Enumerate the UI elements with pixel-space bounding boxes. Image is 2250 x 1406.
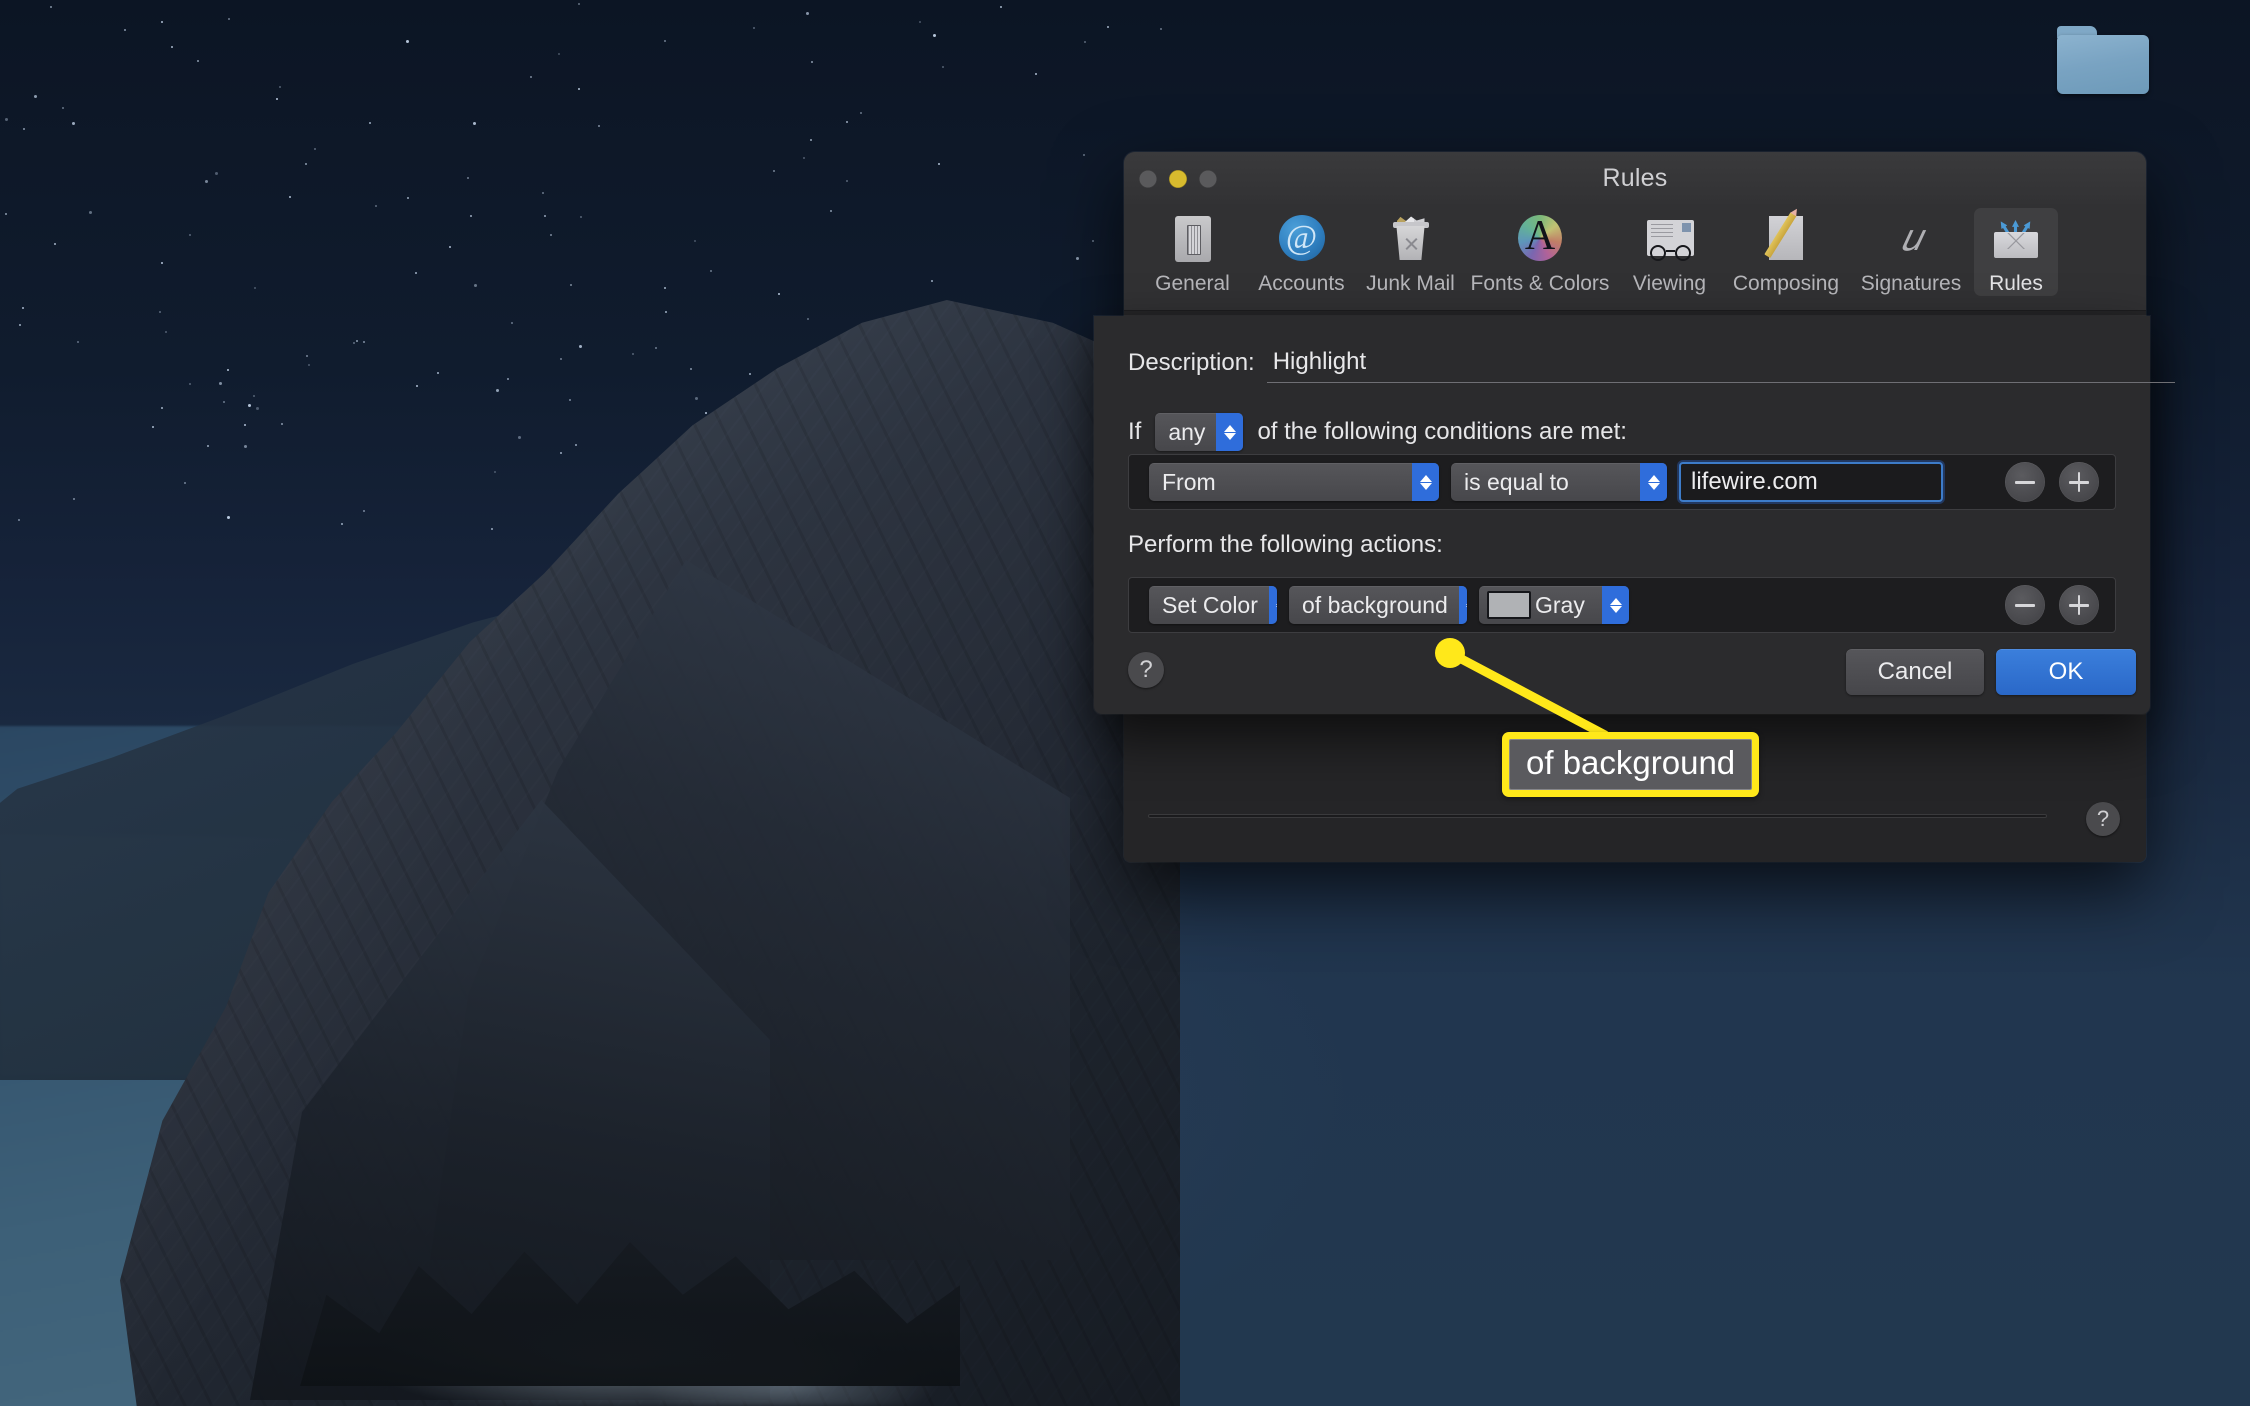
action-color-value: Gray bbox=[1535, 591, 1585, 618]
window-title: Rules bbox=[1602, 164, 1668, 192]
if-clause-row: If any of the following conditions are m… bbox=[1128, 413, 2184, 451]
action-color-dropdown[interactable]: Gray bbox=[1479, 586, 1629, 624]
remove-action-button[interactable] bbox=[2005, 585, 2045, 625]
chevron-updown-icon bbox=[1216, 413, 1244, 451]
color-swatch bbox=[1487, 591, 1531, 619]
tab-general[interactable]: General bbox=[1138, 208, 1247, 296]
tab-viewing-label: Viewing bbox=[1632, 272, 1707, 295]
general-switch-icon bbox=[1165, 212, 1221, 268]
callout-text: of background bbox=[1509, 739, 1753, 790]
tab-composing-label: Composing bbox=[1732, 272, 1840, 295]
cancel-button[interactable]: Cancel bbox=[1846, 649, 1984, 695]
envelope-arrows-icon bbox=[1988, 212, 2044, 268]
description-row: Description: bbox=[1128, 343, 2184, 383]
condition-row-controls bbox=[2005, 462, 2105, 502]
ok-button[interactable]: OK bbox=[1996, 649, 2136, 695]
tab-composing[interactable]: Composing bbox=[1724, 208, 1848, 296]
tab-accounts[interactable]: @ Accounts bbox=[1247, 208, 1356, 296]
condition-operator-dropdown[interactable]: is equal to bbox=[1451, 463, 1667, 501]
chevron-updown-icon bbox=[1458, 586, 1467, 624]
if-suffix-label: of the following conditions are met: bbox=[1257, 418, 1627, 445]
action-target-dropdown[interactable]: of background bbox=[1289, 586, 1467, 624]
pencil-paper-icon bbox=[1758, 211, 1814, 268]
condition-header-dropdown[interactable]: From bbox=[1149, 463, 1439, 501]
folder-icon-body bbox=[2057, 35, 2149, 94]
tab-viewing[interactable]: Viewing bbox=[1615, 208, 1724, 296]
tab-rules[interactable]: Rules bbox=[1974, 208, 2058, 296]
tab-junk-mail[interactable]: Junk Mail bbox=[1356, 208, 1465, 296]
chevron-updown-icon bbox=[1640, 463, 1667, 501]
actions-panel: Set Color of background Gray bbox=[1128, 577, 2116, 633]
condition-operator-value: is equal to bbox=[1464, 468, 1569, 495]
letter-glasses-icon bbox=[1642, 212, 1698, 268]
description-input[interactable] bbox=[1266, 343, 2175, 383]
trash-can-icon bbox=[1383, 212, 1439, 268]
if-prefix-label: If bbox=[1128, 418, 1142, 445]
chevron-updown-icon bbox=[1412, 463, 1439, 501]
at-sign-icon: @ bbox=[1274, 212, 1330, 268]
tab-accounts-label: Accounts bbox=[1258, 272, 1345, 295]
chevron-updown-icon bbox=[1602, 586, 1629, 624]
sheet-footer: ? Cancel OK bbox=[1094, 634, 2150, 714]
actions-label: Perform the following actions: bbox=[1128, 531, 1443, 558]
tab-signatures-label: Signatures bbox=[1860, 272, 1962, 295]
tab-signatures[interactable]: 𝑢​ Signatures bbox=[1848, 208, 1974, 296]
rules-list-box[interactable] bbox=[1148, 814, 2047, 818]
help-icon[interactable]: ? bbox=[1128, 652, 1164, 688]
rule-editor-sheet: Description: If any of the following con… bbox=[1094, 316, 2175, 714]
tab-rules-label: Rules bbox=[1989, 272, 2043, 295]
preferences-toolbar: General @ Accounts Junk Mail A Fonts & C… bbox=[1124, 204, 2146, 311]
conditions-panel: From is equal to bbox=[1128, 454, 2116, 510]
action-target-value: of background bbox=[1302, 591, 1448, 618]
match-type-dropdown[interactable]: any bbox=[1155, 413, 1244, 451]
tab-fonts-colors[interactable]: A Fonts & Colors bbox=[1465, 208, 1615, 296]
condition-header-value: From bbox=[1162, 468, 1216, 495]
window-titlebar: Rules bbox=[1124, 152, 2146, 204]
signature-icon: 𝑢​ bbox=[1900, 217, 1922, 259]
remove-condition-button[interactable] bbox=[2005, 462, 2045, 502]
tab-general-label: General bbox=[1155, 272, 1230, 295]
match-type-value: any bbox=[1168, 418, 1206, 445]
callout-badge: of background bbox=[1502, 732, 1760, 797]
condition-value-input[interactable] bbox=[1679, 462, 1943, 502]
action-type-dropdown[interactable]: Set Color bbox=[1149, 586, 1277, 624]
chevron-updown-icon bbox=[1268, 586, 1277, 624]
add-action-button[interactable] bbox=[2059, 585, 2099, 625]
color-wheel-a-icon: A bbox=[1512, 212, 1568, 268]
add-condition-button[interactable] bbox=[2059, 462, 2099, 502]
folder-icon[interactable] bbox=[2057, 26, 2149, 94]
action-row-controls bbox=[2005, 585, 2105, 625]
description-label: Description: bbox=[1128, 349, 1255, 376]
help-icon[interactable]: ? bbox=[2086, 802, 2120, 836]
tab-junk-mail-label: Junk Mail bbox=[1366, 272, 1455, 295]
action-type-value: Set Color bbox=[1162, 591, 1258, 618]
tab-fonts-colors-label: Fonts & Colors bbox=[1470, 272, 1610, 295]
